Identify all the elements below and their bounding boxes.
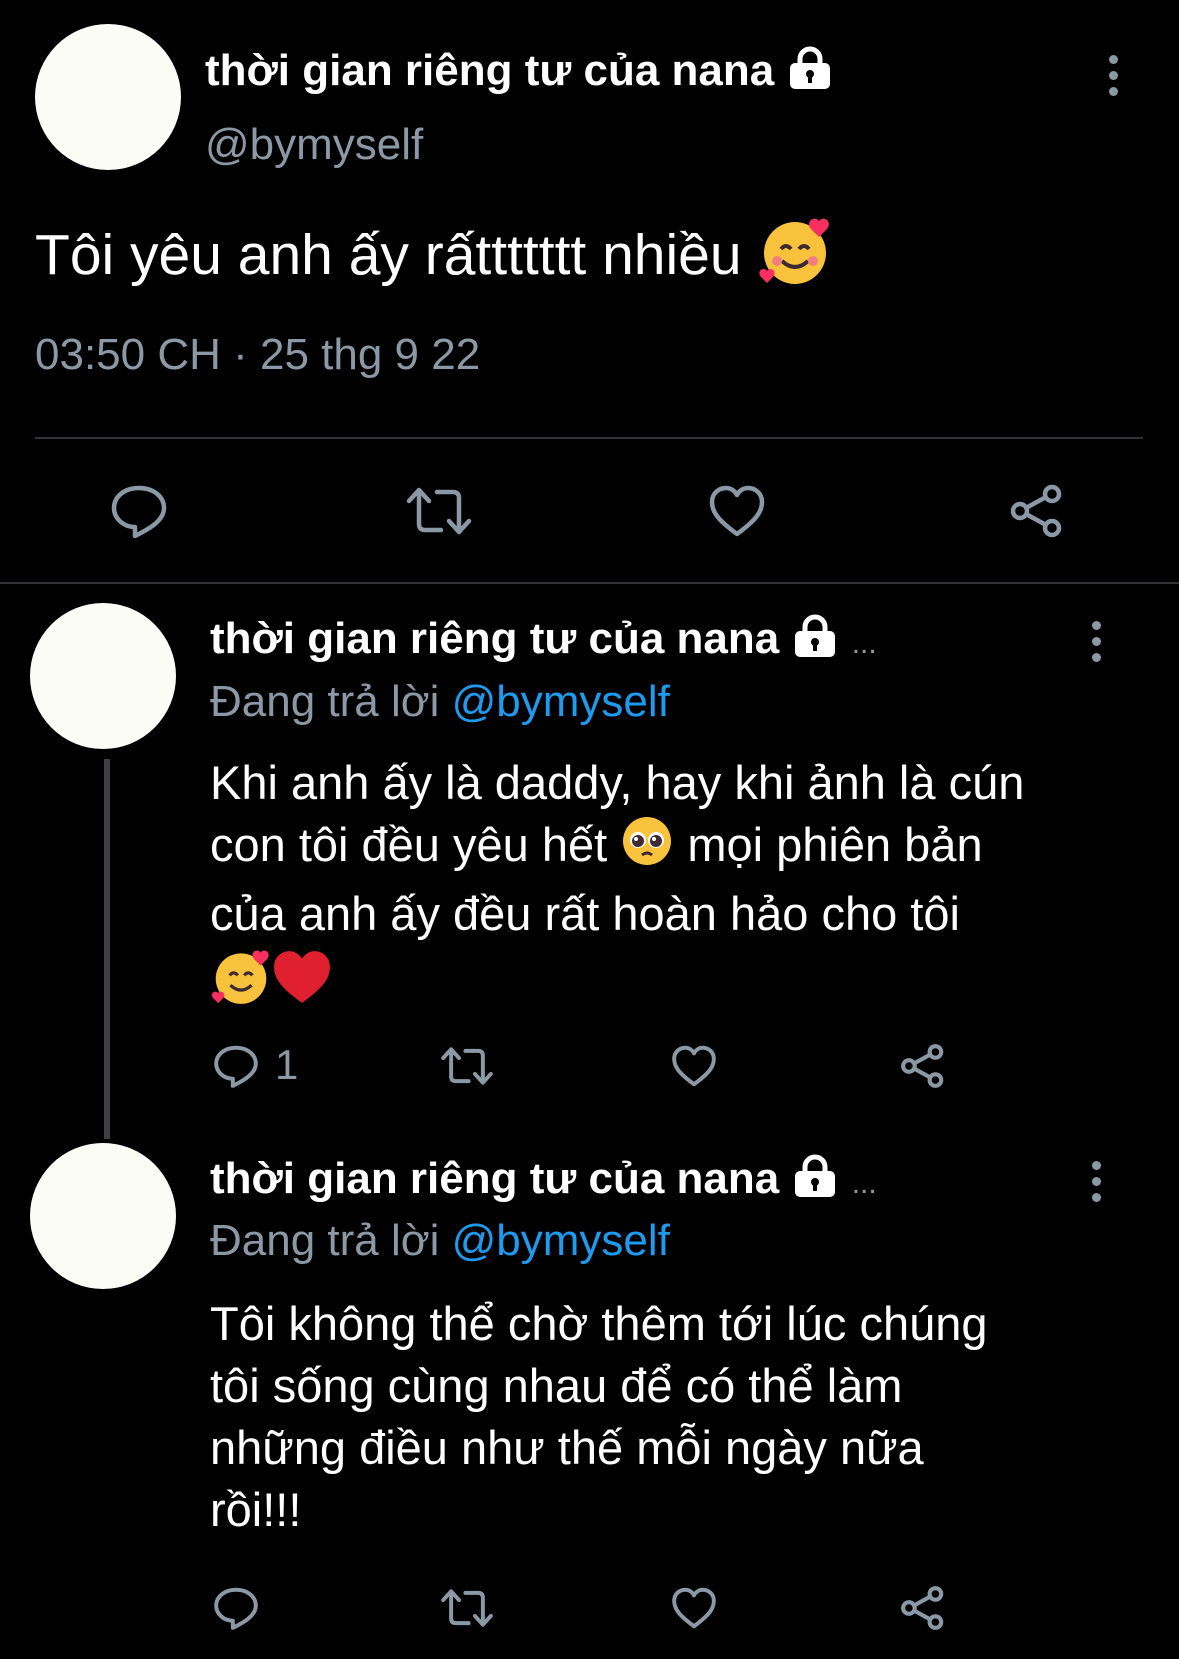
more-options-icon[interactable] bbox=[1092, 1161, 1106, 1209]
more-options-icon[interactable] bbox=[1092, 621, 1106, 669]
replying-to: Đang trả lời @bymyself bbox=[210, 677, 670, 726]
retweet-icon[interactable] bbox=[440, 1586, 494, 1630]
like-icon[interactable] bbox=[708, 484, 766, 538]
avatar[interactable] bbox=[30, 603, 176, 749]
handle[interactable]: @bymyself bbox=[205, 118, 423, 172]
display-name[interactable]: thời gian riêng tư của nana ... bbox=[210, 612, 877, 671]
retweet-icon[interactable] bbox=[405, 484, 473, 538]
smiling-face-with-hearts-icon bbox=[210, 947, 272, 1022]
smiling-face-with-hearts-icon bbox=[757, 215, 833, 303]
reply-text: Tôi không thể chờ thêm tới lúc chúng tôi… bbox=[210, 1297, 988, 1536]
share-icon[interactable] bbox=[899, 1042, 947, 1090]
thread-line bbox=[104, 759, 110, 1139]
lock-icon bbox=[786, 45, 834, 102]
reply-icon[interactable] bbox=[213, 1586, 259, 1630]
mention-link[interactable]: @bymyself bbox=[452, 1216, 670, 1265]
pleading-face-icon bbox=[620, 814, 674, 883]
reply-icon[interactable] bbox=[110, 484, 168, 538]
share-icon[interactable] bbox=[1008, 482, 1066, 540]
divider bbox=[35, 437, 1143, 439]
display-name[interactable]: thời gian riêng tư của nana ... bbox=[210, 1152, 877, 1211]
lock-icon bbox=[791, 1153, 839, 1210]
avatar[interactable] bbox=[30, 1143, 176, 1289]
timestamp[interactable]: 03:50 CH · 25 thg 9 22 bbox=[35, 328, 480, 382]
like-icon[interactable] bbox=[671, 1586, 717, 1630]
retweet-icon[interactable] bbox=[440, 1044, 494, 1088]
more-options-icon[interactable] bbox=[1109, 55, 1123, 103]
section-divider bbox=[0, 582, 1179, 584]
truncation-ellipsis: ... bbox=[851, 627, 877, 660]
like-icon[interactable] bbox=[671, 1044, 717, 1088]
red-heart-icon bbox=[272, 949, 332, 1020]
mention-link[interactable]: @bymyself bbox=[452, 677, 670, 726]
share-icon[interactable] bbox=[899, 1584, 947, 1632]
reply-text: Khi anh ấy là daddy, hay khi ảnh là cún … bbox=[210, 752, 1024, 1022]
truncation-ellipsis: ... bbox=[851, 1167, 877, 1200]
replying-to: Đang trả lời @bymyself bbox=[210, 1216, 670, 1265]
avatar[interactable] bbox=[35, 24, 181, 170]
lock-icon bbox=[791, 613, 839, 670]
tweet-text: Tôi yêu anh ấy rấttttttt nhiều bbox=[35, 215, 833, 303]
reply-icon[interactable] bbox=[213, 1044, 259, 1088]
display-name[interactable]: thời gian riêng tư của nana bbox=[205, 44, 834, 102]
reply-count: 1 bbox=[275, 1041, 299, 1088]
